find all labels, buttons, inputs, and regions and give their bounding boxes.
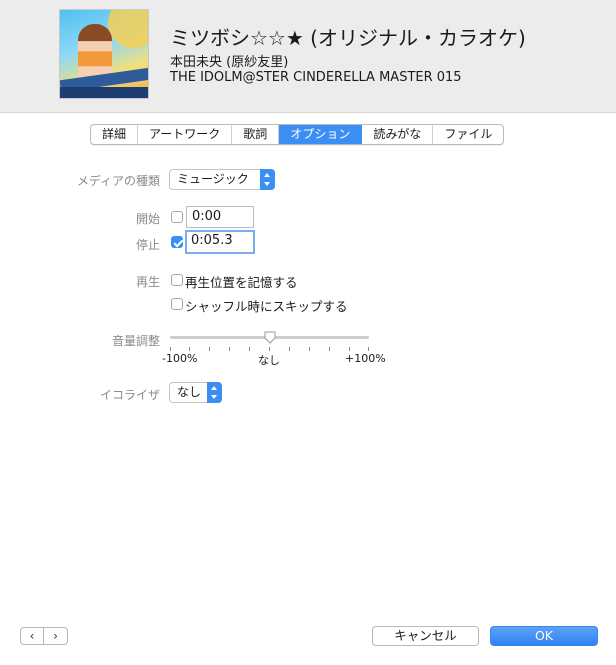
tab-details[interactable]: 詳細 — [91, 125, 139, 144]
cancel-button[interactable]: キャンセル — [372, 626, 479, 646]
stop-time-field[interactable]: 0:05.3 — [185, 230, 255, 254]
equalizer-label: イコライザ — [99, 388, 160, 402]
select-stepper-icon — [260, 169, 275, 190]
equalizer-select[interactable]: なし — [169, 382, 222, 403]
playback-label: 再生 — [135, 275, 160, 289]
volume-tick — [269, 347, 270, 351]
next-track-button[interactable]: › — [44, 627, 68, 645]
chevron-left-icon: ‹ — [29, 629, 35, 643]
remember-position-checkbox[interactable] — [171, 274, 183, 286]
song-artist: 本田未央 (原紗友里) — [170, 55, 289, 70]
media-kind-value: ミュージック — [177, 172, 249, 186]
song-album: THE IDOLM@STER CINDERELLA MASTER 015 — [170, 70, 462, 85]
volume-tick — [209, 347, 210, 351]
volume-max-label: +100% — [345, 352, 386, 365]
start-checkbox[interactable] — [171, 211, 183, 223]
tab-sorting[interactable]: 読みがな — [362, 125, 434, 144]
tab-file[interactable]: ファイル — [433, 125, 503, 144]
volume-slider-knob[interactable] — [264, 331, 276, 344]
tab-lyrics[interactable]: 歌詞 — [232, 125, 280, 144]
start-label: 開始 — [135, 212, 160, 226]
skip-shuffle-label[interactable]: シャッフル時にスキップする — [185, 296, 348, 315]
artwork-sun-shape — [108, 10, 148, 48]
equalizer-value: なし — [177, 385, 202, 399]
start-time-field[interactable]: 0:00 — [186, 206, 254, 228]
volume-label: 音量調整 — [111, 334, 160, 348]
volume-tick — [249, 347, 250, 351]
volume-tick — [368, 347, 369, 351]
media-kind-label: メディアの種類 — [76, 174, 160, 188]
track-header: ミツボシ☆☆★ (オリジナル・カラオケ) 本田未央 (原紗友里) THE IDO… — [0, 0, 616, 113]
volume-tick — [329, 347, 330, 351]
previous-track-button[interactable]: ‹ — [20, 627, 44, 645]
stop-label: 停止 — [135, 238, 160, 252]
remember-position-label[interactable]: 再生位置を記憶する — [185, 272, 298, 291]
volume-tick — [289, 347, 290, 351]
volume-tick — [349, 347, 350, 351]
volume-mid-label: なし — [258, 354, 280, 367]
tab-bar: 詳細 アートワーク 歌詞 オプション 読みがな ファイル — [90, 124, 505, 145]
album-artwork — [59, 9, 149, 99]
volume-tick — [309, 347, 310, 351]
volume-tick — [170, 347, 171, 351]
tab-options[interactable]: オプション — [279, 125, 363, 144]
volume-min-label: -100% — [162, 352, 198, 365]
stop-checkbox[interactable] — [171, 236, 183, 248]
tab-artwork[interactable]: アートワーク — [138, 125, 233, 144]
media-kind-select[interactable]: ミュージック — [169, 169, 275, 190]
volume-tick — [229, 347, 230, 351]
skip-shuffle-checkbox[interactable] — [171, 298, 183, 310]
select-stepper-icon — [207, 382, 222, 403]
artwork-band2-shape — [60, 87, 148, 98]
chevron-right-icon: › — [53, 629, 58, 643]
volume-tick — [189, 347, 190, 351]
song-title: ミツボシ☆☆★ (オリジナル・カラオケ) — [170, 26, 526, 50]
ok-button[interactable]: OK — [490, 626, 598, 646]
